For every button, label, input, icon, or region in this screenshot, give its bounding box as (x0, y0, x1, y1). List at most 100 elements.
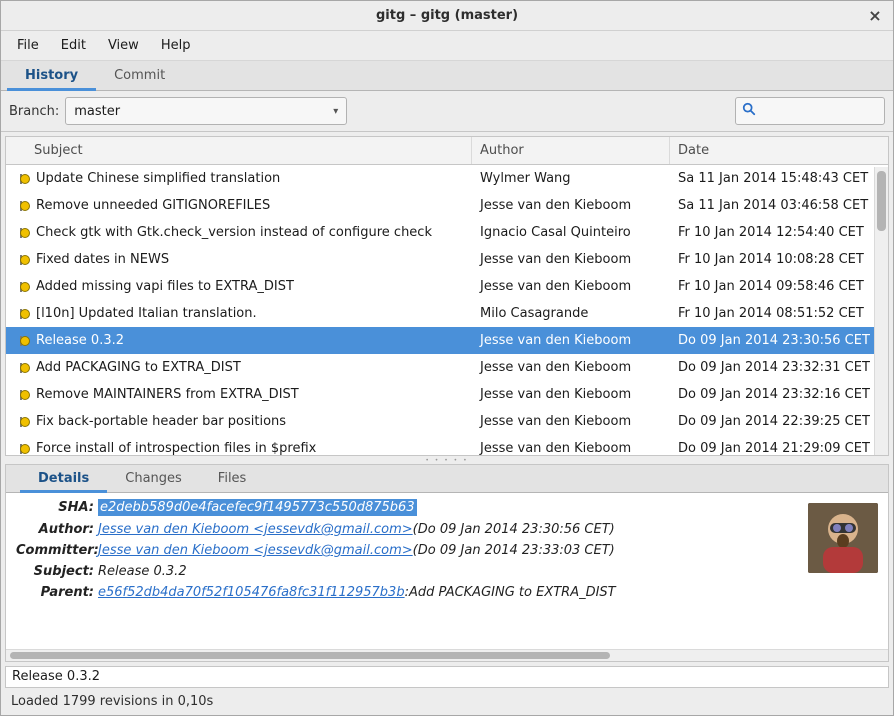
avatar (808, 503, 878, 573)
cell-date: Do 09 Jan 2014 23:32:16 CET (670, 387, 888, 402)
tab-files[interactable]: Files (200, 465, 265, 492)
branch-label: Branch: (9, 104, 59, 119)
commit-graph (10, 444, 32, 454)
sha-label: SHA: (16, 500, 94, 515)
table-row[interactable]: [l10n] Updated Italian translation.Milo … (6, 300, 888, 327)
details-body: SHA: e2debb589d0e4facefec9f1495773c550d8… (6, 493, 888, 649)
splitter[interactable]: • • • • • (1, 456, 893, 464)
cell-author: Jesse van den Kieboom (472, 198, 670, 213)
commit-dot-icon (20, 444, 30, 454)
table-row[interactable]: Remove unneeded GITIGNOREFILESJesse van … (6, 192, 888, 219)
commit-graph (10, 201, 32, 211)
author-label: Author: (16, 522, 94, 537)
cell-date: Fr 10 Jan 2014 12:54:40 CET (670, 225, 888, 240)
commit-dot-icon (20, 228, 30, 238)
window-title: gitg – gitg (master) (376, 8, 518, 23)
cell-author: Ignacio Casal Quinteiro (472, 225, 670, 240)
commit-graph (10, 309, 32, 319)
cell-date: Do 09 Jan 2014 22:39:25 CET (670, 414, 888, 429)
close-icon[interactable]: × (865, 5, 885, 25)
commit-graph (10, 390, 32, 400)
table-row[interactable]: Fixed dates in NEWSJesse van den Kieboom… (6, 246, 888, 273)
menu-edit[interactable]: Edit (51, 34, 96, 57)
status-bar: Loaded 1799 revisions in 0,10s (1, 688, 893, 715)
cell-author: Jesse van den Kieboom (472, 414, 670, 429)
commit-graph (10, 228, 32, 238)
commit-dot-icon (20, 201, 30, 211)
cell-subject: Check gtk with Gtk.check_version instead… (6, 225, 472, 240)
cell-date: Sa 11 Jan 2014 15:48:43 CET (670, 171, 888, 186)
branch-value: master (74, 104, 120, 119)
parent-label: Parent: (16, 585, 94, 600)
commit-dot-icon (20, 417, 30, 427)
table-row[interactable]: Force install of introspection files in … (6, 435, 888, 455)
tab-history[interactable]: History (7, 61, 96, 90)
cell-author: Wylmer Wang (472, 171, 670, 186)
commit-graph (10, 336, 32, 346)
app-window: gitg – gitg (master) × File Edit View He… (0, 0, 894, 716)
subject-value: Release 0.3.2 (98, 564, 187, 579)
parent-msg: Add PACKAGING to EXTRA_DIST (409, 585, 616, 600)
cell-subject: Remove MAINTAINERS from EXTRA_DIST (6, 387, 472, 402)
toolbar: Branch: master ▾ (1, 91, 893, 132)
tab-changes[interactable]: Changes (107, 465, 200, 492)
parent-link[interactable]: e56f52db4da70f52f105476fa8fc31f112957b3b (98, 585, 405, 600)
cell-author: Jesse van den Kieboom (472, 441, 670, 455)
title-bar: gitg – gitg (master) × (1, 1, 893, 31)
cell-subject: [l10n] Updated Italian translation. (6, 306, 472, 321)
table-row[interactable]: Fix back-portable header bar positionsJe… (6, 408, 888, 435)
author-link[interactable]: Jesse van den Kieboom <jessevdk@gmail.co… (98, 522, 413, 537)
table-body: Update Chinese simplified translationWyl… (6, 165, 888, 455)
col-author[interactable]: Author (472, 137, 670, 164)
cell-date: Sa 11 Jan 2014 03:46:58 CET (670, 198, 888, 213)
search-icon (742, 102, 756, 120)
cell-author: Jesse van den Kieboom (472, 387, 670, 402)
cell-subject: Fixed dates in NEWS (6, 252, 472, 267)
committer-date: (Do 09 Jan 2014 23:33:03 CET) (413, 543, 615, 558)
branch-select[interactable]: master ▾ (65, 97, 347, 125)
table-row[interactable]: Check gtk with Gtk.check_version instead… (6, 219, 888, 246)
cell-date: Do 09 Jan 2014 21:29:09 CET (670, 441, 888, 455)
subject-label: Subject: (16, 564, 94, 579)
cell-subject: Fix back-portable header bar positions (6, 414, 472, 429)
committer-link[interactable]: Jesse van den Kieboom <jessevdk@gmail.co… (98, 543, 413, 558)
cell-date: Fr 10 Jan 2014 08:51:52 CET (670, 306, 888, 321)
table-row[interactable]: Remove MAINTAINERS from EXTRA_DISTJesse … (6, 381, 888, 408)
commit-dot-icon (20, 363, 30, 373)
menu-file[interactable]: File (7, 34, 49, 57)
cell-author: Jesse van den Kieboom (472, 252, 670, 267)
cell-subject: Force install of introspection files in … (6, 441, 472, 455)
tab-commit[interactable]: Commit (96, 61, 183, 90)
commit-dot-icon (20, 309, 30, 319)
cell-date: Fr 10 Jan 2014 10:08:28 CET (670, 252, 888, 267)
col-subject[interactable]: Subject (6, 137, 472, 164)
sha-value[interactable]: e2debb589d0e4facefec9f1495773c550d875b63 (98, 499, 417, 516)
search-button[interactable] (735, 97, 885, 125)
scrollbar-horizontal[interactable] (6, 649, 888, 661)
col-date[interactable]: Date (670, 137, 888, 164)
cell-date: Do 09 Jan 2014 23:30:56 CET (670, 333, 888, 348)
menu-bar: File Edit View Help (1, 31, 893, 61)
commit-dot-icon (20, 336, 30, 346)
commit-graph (10, 282, 32, 292)
cell-author: Jesse van den Kieboom (472, 279, 670, 294)
cell-date: Do 09 Jan 2014 23:32:31 CET (670, 360, 888, 375)
table-row[interactable]: Update Chinese simplified translationWyl… (6, 165, 888, 192)
menu-view[interactable]: View (98, 34, 149, 57)
table-row[interactable]: Add PACKAGING to EXTRA_DISTJesse van den… (6, 354, 888, 381)
cell-author: Milo Casagrande (472, 306, 670, 321)
commit-dot-icon (20, 174, 30, 184)
top-tabs: History Commit (1, 61, 893, 91)
cell-date: Fr 10 Jan 2014 09:58:46 CET (670, 279, 888, 294)
tab-details[interactable]: Details (20, 465, 107, 492)
menu-help[interactable]: Help (151, 34, 201, 57)
cell-subject: Update Chinese simplified translation (6, 171, 472, 186)
cell-subject: Add PACKAGING to EXTRA_DIST (6, 360, 472, 375)
cell-author: Jesse van den Kieboom (472, 333, 670, 348)
commit-dot-icon (20, 255, 30, 265)
tag-box: Release 0.3.2 (5, 666, 889, 688)
table-row[interactable]: Release 0.3.2Jesse van den KieboomDo 09 … (6, 327, 888, 354)
cell-subject: Added missing vapi files to EXTRA_DIST (6, 279, 472, 294)
table-row[interactable]: Added missing vapi files to EXTRA_DISTJe… (6, 273, 888, 300)
scrollbar-vertical[interactable] (874, 167, 888, 455)
